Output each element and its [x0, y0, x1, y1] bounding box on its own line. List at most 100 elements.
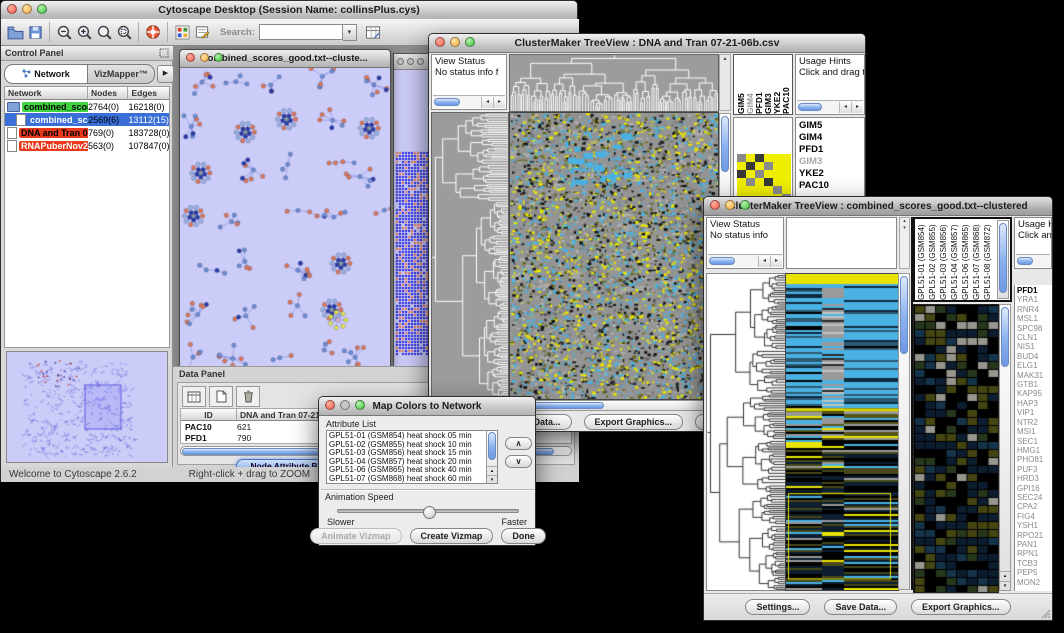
gene-label[interactable]: GPI16 [1017, 484, 1052, 493]
tv1-row-dendrogram[interactable] [431, 112, 509, 402]
gene-label[interactable]: RPN1 [1017, 549, 1052, 558]
mini-matrix-cell[interactable] [746, 162, 755, 170]
tv2-mini-arrows[interactable]: ▴ ▾ [899, 217, 910, 269]
scroll-down-icon[interactable]: ▾ [900, 225, 909, 232]
gene-label[interactable]: BUD4 [1017, 352, 1052, 361]
main-title-bar[interactable]: Cytoscape Desktop (Session Name: collins… [1, 1, 577, 20]
mini-matrix-cell[interactable] [764, 154, 773, 162]
gene-label[interactable]: HAP3 [1017, 399, 1052, 408]
gene-label[interactable]: CPA2 [1017, 502, 1052, 511]
network-tree-row[interactable]: combined_sco2569(6)13112(15) [5, 113, 169, 126]
gene-label[interactable]: YSH1 [1017, 521, 1052, 530]
scrollbar-thumb[interactable] [900, 276, 908, 354]
scroll-right-icon[interactable]: ▸ [770, 256, 782, 267]
tv2-center-vscrollbar[interactable] [898, 273, 910, 590]
mini-matrix-cell[interactable] [782, 178, 791, 186]
column-header-network[interactable]: Network [5, 87, 88, 100]
float-panel-icon[interactable] [159, 48, 169, 58]
zoom-button[interactable] [740, 200, 750, 210]
scrollbar-thumb[interactable] [721, 116, 729, 172]
attribute-list-item[interactable]: GPL51-04 (GSM857) heat shock 20 min [329, 458, 495, 467]
zoom-button[interactable] [417, 58, 424, 65]
network-tree-row[interactable]: DNA and Tran 07769(0)183728(0) [5, 126, 169, 139]
tv2-heatmap-zoom[interactable] [913, 304, 999, 593]
export-graphics-button[interactable]: Export Graphics... [911, 599, 1011, 615]
scrollbar-thumb[interactable] [488, 432, 496, 460]
column-header-edges[interactable]: Edges [128, 87, 169, 100]
column-header-nodes[interactable]: Nodes [88, 87, 129, 100]
scroll-right-icon[interactable]: ▸ [493, 97, 505, 108]
zoom-selected-icon[interactable] [114, 22, 134, 42]
gene-label[interactable]: PAN1 [1017, 540, 1052, 549]
gene-label[interactable]: MON2 [1017, 578, 1052, 587]
mini-matrix-cell[interactable] [746, 154, 755, 162]
resize-grip[interactable] [1040, 608, 1051, 619]
heatmap-column-label[interactable]: GIM4 [745, 57, 754, 114]
mini-matrix-cell[interactable] [737, 186, 746, 194]
mini-matrix-cell[interactable] [737, 154, 746, 162]
gene-label[interactable]: PEP5 [1017, 568, 1052, 577]
scroll-left-icon[interactable]: ◂ [839, 102, 851, 113]
id-column-header[interactable]: ID [181, 409, 237, 421]
scroll-down-icon[interactable]: ▾ [487, 475, 497, 483]
tv1-column-dendrogram[interactable] [509, 54, 719, 112]
network-tree-row[interactable]: RNAPuberNov2+!563(0)107847(0) [5, 139, 169, 152]
gene-label[interactable]: PUF3 [1017, 465, 1052, 474]
mini-matrix-cell[interactable] [773, 186, 782, 194]
minimize-button[interactable] [22, 4, 32, 14]
gene-label[interactable]: HMG1 [1017, 446, 1052, 455]
tv2-usage-scrollbar[interactable] [1016, 254, 1050, 267]
save-data-button[interactable]: Save Data... [824, 599, 897, 615]
scroll-left-icon[interactable]: ◂ [758, 256, 770, 267]
minimize-button[interactable] [340, 400, 350, 410]
mini-matrix-cell[interactable] [782, 154, 791, 162]
tv1-usage-scrollbar[interactable]: ◂ ▸ [797, 100, 863, 113]
heatmap-column-label[interactable]: PAC10 [781, 57, 790, 114]
tv1-mini-matrix[interactable] [737, 154, 791, 202]
scrollbar-thumb[interactable] [999, 223, 1007, 293]
scroll-left-icon[interactable]: ◂ [481, 97, 493, 108]
gene-label[interactable]: SEC24 [1017, 493, 1052, 502]
tab-network[interactable]: Network [4, 64, 88, 84]
gene-label[interactable]: GIM5 [799, 120, 864, 132]
tv2-row-dendrogram[interactable] [706, 273, 786, 591]
dialog-title-bar[interactable]: Map Colors to Network [319, 397, 535, 416]
gene-label[interactable]: YRA1 [1017, 295, 1052, 304]
export-graphics-button[interactable]: Export Graphics... [584, 414, 684, 430]
zoom-button[interactable] [465, 37, 475, 47]
scroll-up-icon[interactable]: ▴ [900, 218, 909, 225]
attribute-list-item[interactable]: GPL51-06 (GSM865) heat shock 40 min [329, 466, 495, 475]
attribute-list-item[interactable]: GPL51-01 (GSM854) heat shock 05 min [329, 432, 495, 441]
mini-matrix-cell[interactable] [746, 170, 755, 178]
tv2-heatmap-global[interactable] [785, 273, 899, 591]
zoom-fit-icon[interactable] [94, 22, 114, 42]
mini-matrix-cell[interactable] [764, 178, 773, 186]
scrollbar-thumb[interactable] [709, 257, 735, 265]
scrollbar-thumb[interactable] [1017, 257, 1033, 265]
tv1-hscrollbar[interactable] [509, 400, 717, 411]
heatmap-column-label[interactable]: GIM3 [763, 57, 772, 114]
gene-label[interactable]: RNR4 [1017, 305, 1052, 314]
gene-label[interactable]: PHO81 [1017, 455, 1052, 464]
mini-matrix-cell[interactable] [755, 186, 764, 194]
mini-matrix-cell[interactable] [755, 154, 764, 162]
tv2-labels-scrollbar[interactable] [997, 220, 1009, 299]
gene-label[interactable]: PFD1 [799, 144, 864, 156]
heatmap-column-label[interactable]: GIM5 [736, 57, 745, 114]
animation-speed-slider[interactable] [337, 509, 519, 513]
network-tree-row[interactable]: combined_scores2764(0)16218(0) [5, 100, 169, 113]
treeview2-title-bar[interactable]: ClusterMaker TreeView : combined_scores_… [704, 197, 1052, 216]
mini-matrix-cell[interactable] [782, 170, 791, 178]
close-button[interactable] [710, 200, 720, 210]
mini-matrix-cell[interactable] [782, 162, 791, 170]
mini-matrix-cell[interactable] [764, 162, 773, 170]
save-session-button[interactable] [25, 22, 45, 42]
attribute-list-item[interactable]: GPL51-03 (GSM856) heat shock 15 min [329, 449, 495, 458]
attribute-browser-icon[interactable] [363, 22, 383, 42]
mini-matrix-cell[interactable] [755, 178, 764, 186]
mini-matrix-cell[interactable] [746, 186, 755, 194]
attribute-list-scrollbar[interactable]: ▴ ▾ [486, 431, 497, 483]
gene-label[interactable]: NTR2 [1017, 418, 1052, 427]
mini-matrix-cell[interactable] [764, 170, 773, 178]
heatmap-column-label[interactable]: GPL51-04 (GSM857) [950, 221, 961, 300]
